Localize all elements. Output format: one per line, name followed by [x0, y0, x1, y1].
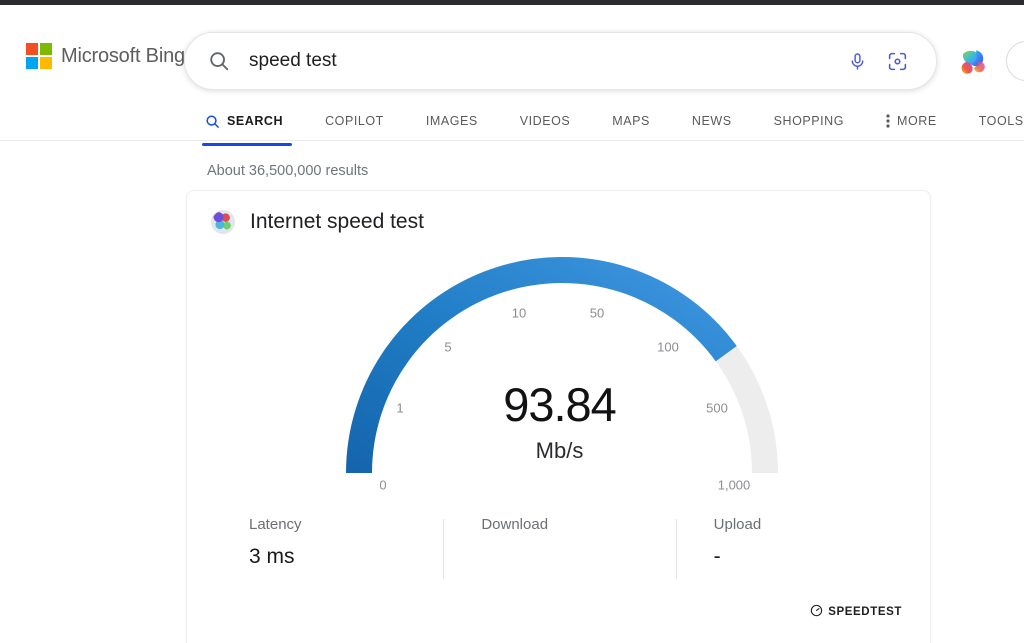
metric-upload: Upload -	[675, 516, 908, 588]
speedtest-brand-label: SPEEDTEST	[828, 606, 902, 618]
visual-search-icon[interactable]	[880, 44, 914, 78]
tab-label: SEARCH	[227, 114, 284, 128]
tab-label: MORE	[897, 114, 937, 128]
tab-images[interactable]: IMAGES	[405, 104, 499, 138]
tab-label: SHOPPING	[773, 114, 845, 128]
gauge-tick-label: 1	[396, 400, 404, 416]
active-tab-underline	[202, 143, 293, 146]
search-input[interactable]	[247, 49, 840, 73]
bing-logo[interactable]: Microsoft Bing	[26, 43, 185, 69]
tab-label: IMAGES	[425, 114, 478, 128]
gauge-tick-label: 1,000	[717, 477, 751, 493]
bing-logo-text: Microsoft Bing	[61, 44, 185, 67]
tab-label: MAPS	[612, 114, 650, 128]
speedtest-brand[interactable]: SPEEDTEST	[810, 604, 902, 620]
metrics-row: Latency 3 ms Download Upload -	[211, 516, 908, 588]
tab-label: TOOLS	[978, 114, 1024, 128]
card-header: Internet speed test	[211, 210, 424, 234]
account-avatar-icon[interactable]	[1006, 41, 1024, 81]
search-box[interactable]	[184, 32, 937, 90]
tab-maps[interactable]: MAPS	[591, 104, 671, 138]
gauge-tick-label: 100	[657, 339, 679, 355]
metric-value: 3 ms	[249, 545, 295, 568]
gauge-unit: Mb/s	[535, 438, 584, 463]
tab-more[interactable]: MORE	[865, 104, 958, 138]
search-icon	[207, 49, 231, 73]
tab-videos[interactable]: VIDEOS	[499, 104, 592, 138]
metric-value	[481, 545, 675, 569]
tab-label: NEWS	[691, 114, 732, 128]
microphone-icon[interactable]	[840, 44, 874, 78]
bing-search-page: Microsoft Bing speed test SEARCH COPILOT…	[0, 0, 1024, 643]
tab-copilot[interactable]: COPILOT	[304, 104, 405, 138]
header-divider	[0, 140, 1024, 141]
tab-search[interactable]: SEARCH	[184, 104, 304, 146]
gauge-tick-label: 0	[379, 477, 387, 493]
results-count: About 36,500,000 results	[207, 163, 369, 179]
gauge-value: 93.84	[503, 378, 617, 431]
tab-label: COPILOT	[325, 114, 384, 128]
metric-label: Download	[481, 516, 549, 533]
copilot-icon[interactable]	[952, 40, 996, 84]
kebab-menu-icon	[886, 113, 890, 129]
card-title: Internet speed test	[250, 210, 424, 233]
search-icon	[205, 114, 220, 129]
speedometer-icon	[810, 604, 823, 620]
metric-download: Download	[443, 516, 675, 588]
gauge-tick-label: 50	[589, 305, 605, 321]
page-header: Microsoft Bing speed test SEARCH COPILOT…	[0, 5, 1024, 146]
metric-latency: Latency 3 ms	[211, 516, 443, 588]
metric-label: Latency	[249, 516, 302, 533]
gauge-tick-label: 5	[444, 339, 452, 355]
tab-news[interactable]: NEWS	[671, 104, 753, 138]
speed-gauge: 93.84 Mb/s 0 1 5 10 50 100 500 1,000	[187, 233, 930, 495]
tab-tools[interactable]: TOOLS	[958, 104, 1024, 138]
tab-label: VIDEOS	[519, 114, 571, 128]
microsoft-squares-icon	[26, 43, 52, 69]
metric-label: Upload	[713, 516, 762, 533]
metric-value: -	[713, 545, 721, 568]
speedtest-card: Internet speed test 93.84 Mb/s 0 1 5 10 50 10	[186, 190, 931, 643]
gauge-tick-label: 10	[511, 305, 527, 321]
gauge-tick-label: 500	[706, 400, 728, 416]
tab-shopping[interactable]: SHOPPING	[753, 104, 865, 138]
speedtest-favicon	[211, 210, 235, 234]
